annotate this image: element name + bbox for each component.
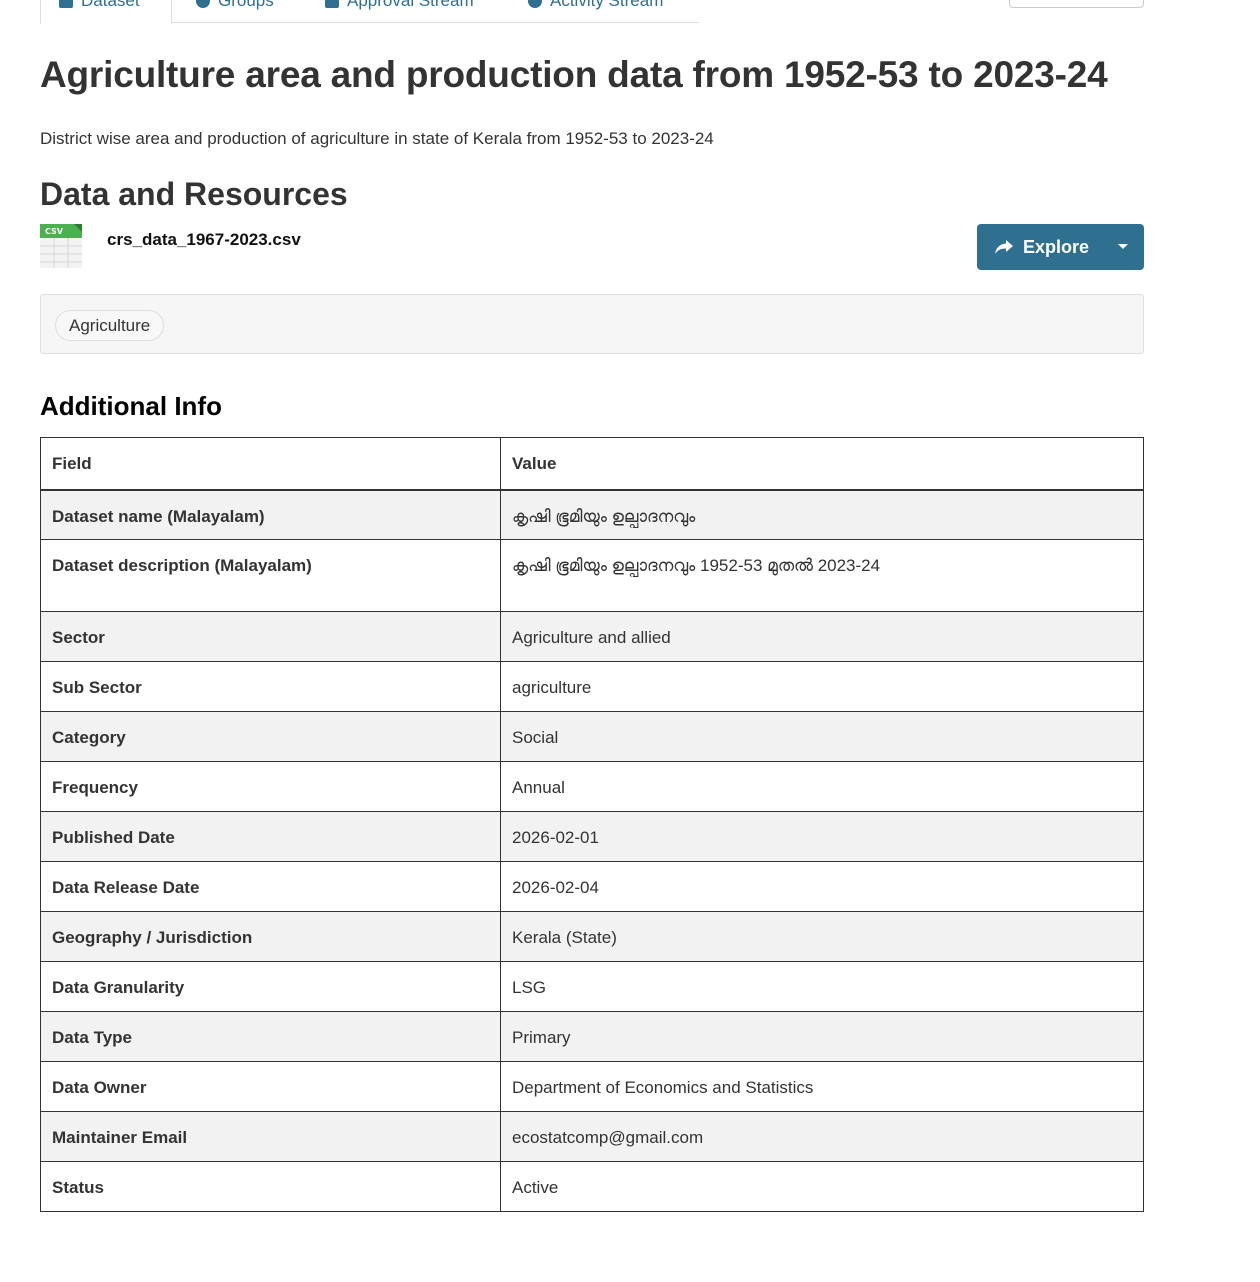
table-row: Published Date 2026-02-01 (40, 811, 1144, 862)
users-icon (196, 0, 210, 8)
field-cell: Frequency (40, 761, 501, 812)
tab-label: Dataset (81, 0, 140, 10)
table-row: Sub Sector agriculture (40, 661, 1144, 712)
value-cell: Department of Economics and Statistics (500, 1061, 1144, 1112)
csv-badge-text: CSV (45, 227, 64, 236)
tab-label: Groups (218, 0, 274, 10)
resources-heading: Data and Resources (40, 176, 348, 212)
explore-label: Explore (1023, 236, 1090, 257)
table-row: Data Owner Department of Economics and S… (40, 1061, 1144, 1112)
tab-approval-stream[interactable]: Approval Stream (307, 0, 492, 23)
table-row: Status Active (40, 1161, 1144, 1212)
table-row: Data Type Primary (40, 1011, 1144, 1062)
dataset-description: District wise area and production of agr… (40, 129, 714, 148)
table-row: Sector Agriculture and allied (40, 611, 1144, 662)
value-cell: Social (500, 711, 1144, 762)
table-header-row: Field Value (40, 437, 1144, 491)
table-row: Data Granularity LSG (40, 961, 1144, 1012)
field-cell: Data Type (40, 1011, 501, 1062)
value-cell: ecostatcomp@gmail.com (500, 1111, 1144, 1162)
field-cell: Status (40, 1161, 501, 1212)
caret-down-icon[interactable] (1118, 244, 1128, 249)
value-cell: Kerala (State) (500, 911, 1144, 962)
additional-info-heading: Additional Info (40, 391, 222, 421)
tab-dataset[interactable]: Dataset (40, 0, 172, 24)
column-header-value: Value (500, 437, 1144, 491)
value-cell: Active (500, 1161, 1144, 1212)
column-header-field: Field (40, 437, 501, 491)
tab-label: Approval Stream (347, 0, 474, 10)
value-cell: LSG (500, 961, 1144, 1012)
field-cell: Category (40, 711, 501, 762)
tab-activity-stream[interactable]: Activity Stream (510, 0, 681, 23)
table-row: Geography / Jurisdiction Kerala (State) (40, 911, 1144, 962)
field-cell: Data Release Date (40, 861, 501, 912)
value-cell: Agriculture and allied (500, 611, 1144, 662)
table-row: Maintainer Email ecostatcomp@gmail.com (40, 1111, 1144, 1162)
additional-info-table: Field Value Dataset name (Malayalam) കൃഷ… (40, 437, 1144, 1212)
table-row: Frequency Annual (40, 761, 1144, 812)
field-cell: Data Granularity (40, 961, 501, 1012)
calendar-icon (325, 0, 339, 8)
value-cell: കൃഷി ഭൂമിയും ഉല്പാദനവും (500, 489, 1144, 540)
field-cell: Geography / Jurisdiction (40, 911, 501, 962)
csv-file-icon[interactable]: CSV (40, 224, 82, 268)
clock-icon (528, 0, 542, 8)
field-cell: Maintainer Email (40, 1111, 501, 1162)
dataset-tabs: Dataset Groups Approval Stream Activity … (40, 0, 699, 24)
explore-button[interactable]: Explore (977, 224, 1144, 270)
sitemap-icon (59, 0, 73, 8)
tab-groups[interactable]: Groups (178, 0, 292, 23)
field-cell: Dataset description (Malayalam) (40, 539, 501, 612)
field-cell: Sub Sector (40, 661, 501, 712)
page-title: Agriculture area and production data fro… (40, 54, 1108, 95)
value-cell: agriculture (500, 661, 1144, 712)
value-cell: Primary (500, 1011, 1144, 1062)
value-cell: കൃഷി ഭൂമിയും ഉല്പാദനവും 1952-53 മുതൽ 202… (500, 539, 1144, 612)
value-cell: 2026-02-01 (500, 811, 1144, 862)
value-cell: Annual (500, 761, 1144, 812)
resource-item: CSV crs_data_1967-2023.csv Explore (40, 224, 1144, 272)
table-row: Dataset description (Malayalam) കൃഷി ഭൂമ… (40, 539, 1144, 612)
field-cell: Dataset name (Malayalam) (40, 489, 501, 540)
tag-agriculture[interactable]: Agriculture (55, 310, 165, 341)
field-cell: Data Owner (40, 1061, 501, 1112)
tag-list: Agriculture (40, 294, 1144, 354)
table-row: Dataset name (Malayalam) കൃഷി ഭൂമിയും ഉല… (40, 489, 1144, 540)
table-row: Category Social (40, 711, 1144, 762)
tab-label: Activity Stream (550, 0, 664, 10)
field-cell: Sector (40, 611, 501, 662)
resource-link[interactable]: crs_data_1967-2023.csv (107, 230, 301, 250)
table-row: Data Release Date 2026-02-04 (40, 861, 1144, 912)
share-icon (995, 240, 1013, 254)
field-cell: Published Date (40, 811, 501, 862)
manage-button[interactable] (1009, 0, 1144, 8)
value-cell: 2026-02-04 (500, 861, 1144, 912)
